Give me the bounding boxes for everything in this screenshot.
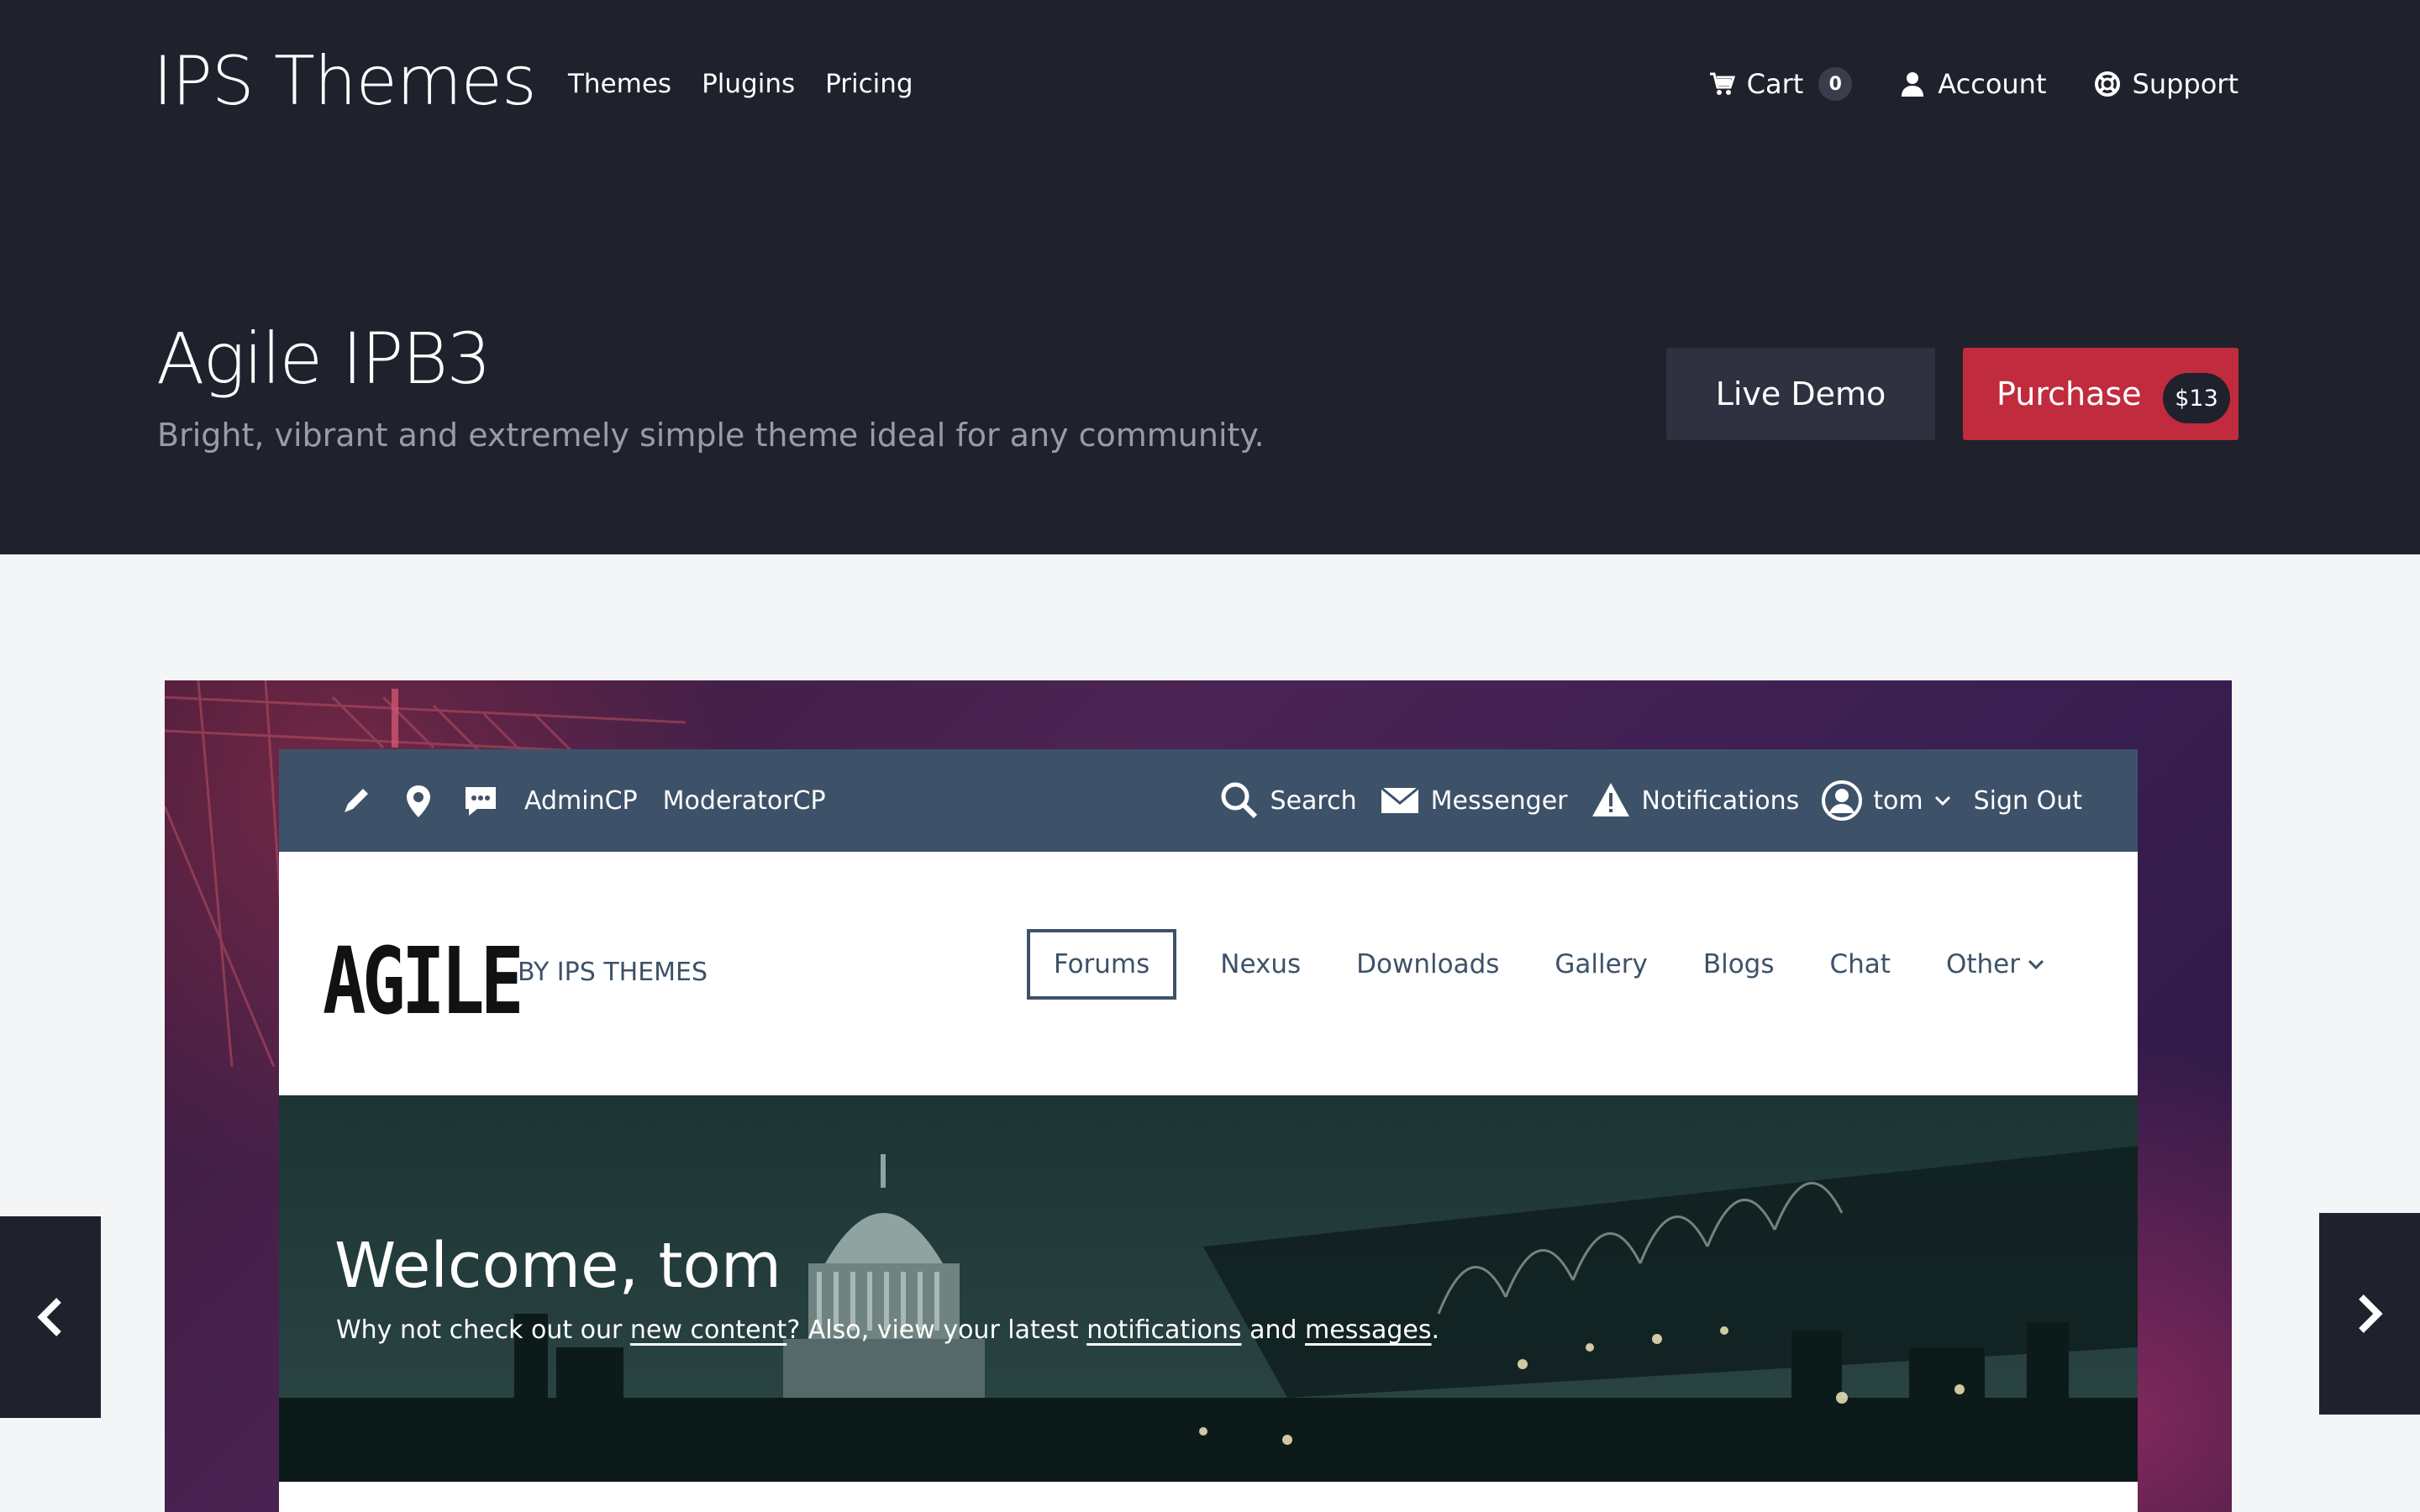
preview-site-nav: Forums Nexus Downloads Gallery Blogs Cha… [1026, 929, 2057, 1000]
preview-user-bar-left: AdminCP ModeratorCP [338, 749, 826, 852]
chevron-left-icon [37, 1298, 61, 1336]
cart-label: Cart [1746, 68, 1804, 100]
support-label: Support [2132, 68, 2239, 100]
preview-nav-forums[interactable]: Forums [1026, 929, 1177, 1000]
welcome-title: Welcome, tom [334, 1230, 781, 1302]
chat-bubble-icon[interactable] [462, 782, 499, 819]
chevron-right-icon [2359, 1294, 2383, 1333]
preview-nav-gallery[interactable]: Gallery [1543, 931, 1659, 998]
preview-messenger-label: Messenger [1430, 785, 1568, 816]
preview-nav-other-label: Other [1945, 949, 2020, 979]
preview-nav-downloads[interactable]: Downloads [1344, 931, 1511, 998]
product-subtitle: Bright, vibrant and extremely simple the… [157, 417, 1265, 454]
account-link[interactable]: Account [1899, 68, 2047, 100]
preview-user-bar-right: Search Messenger Notifications tom Sign … [1218, 749, 2082, 852]
price-badge: $13 [2163, 373, 2230, 423]
warning-icon [1591, 783, 1629, 816]
live-demo-button[interactable]: Live Demo [1666, 348, 1935, 440]
admincp-link[interactable]: AdminCP [524, 786, 638, 816]
preview-content-area [279, 1482, 2138, 1512]
preview-user-menu[interactable]: tom [1821, 780, 1951, 822]
envelope-icon [1380, 786, 1419, 813]
lifebuoy-icon [2094, 71, 2120, 97]
preview-byline: BY IPS THEMES [518, 958, 708, 987]
preview-user-bar: AdminCP ModeratorCP Search Messenger Not… [279, 749, 2138, 852]
product-title: Agile IPB3 [156, 318, 492, 400]
welcome-text: Why not check out our new content? Also,… [336, 1315, 1439, 1345]
welcome-text-part: and [1241, 1315, 1306, 1345]
notifications-link[interactable]: notifications [1086, 1315, 1241, 1345]
account-label: Account [1938, 68, 2047, 100]
next-slide-button[interactable] [2319, 1213, 2420, 1415]
messages-link[interactable]: messages [1305, 1315, 1431, 1345]
site-header: IPS Themes Themes Plugins Pricing Cart 0… [0, 0, 2420, 554]
welcome-text-part: . [1431, 1315, 1440, 1345]
preview-notifications-label: Notifications [1641, 785, 1800, 816]
preview-nav-other[interactable]: Other [1934, 931, 2057, 998]
live-demo-label: Live Demo [1715, 375, 1886, 412]
search-icon [1221, 782, 1257, 819]
previous-slide-button[interactable] [0, 1216, 101, 1418]
agile-logo[interactable]: AGILE [323, 927, 524, 1035]
chevron-down-icon [2028, 959, 2044, 970]
preview-username: tom [1873, 785, 1923, 816]
nav-plugins[interactable]: Plugins [702, 69, 795, 99]
preview-signout-label: Sign Out [1973, 785, 2082, 816]
moderatorcp-link[interactable]: ModeratorCP [663, 786, 826, 816]
purchase-button[interactable]: Purchase $13 [1963, 348, 2238, 440]
main-nav: Themes Plugins Pricing [568, 69, 913, 99]
preview-signout-link[interactable]: Sign Out [1974, 786, 2082, 816]
brand-logo[interactable]: IPS Themes [153, 42, 537, 120]
nav-themes[interactable]: Themes [568, 69, 671, 99]
preview-nav-chat[interactable]: Chat [1818, 931, 1902, 998]
preview-search-link[interactable]: Search [1218, 780, 1357, 822]
preview-nav-nexus[interactable]: Nexus [1208, 931, 1313, 998]
cart-link[interactable]: Cart 0 [1708, 67, 1853, 101]
new-content-link[interactable]: new content [630, 1315, 786, 1345]
preview-messenger-link[interactable]: Messenger [1379, 780, 1568, 822]
user-icon [1902, 72, 1924, 97]
purchase-label: Purchase [1996, 375, 2142, 412]
preview-nav-blogs[interactable]: Blogs [1691, 931, 1786, 998]
forum-preview: AdminCP ModeratorCP Search Messenger Not… [279, 749, 2138, 1512]
chevron-down-icon [1934, 795, 1950, 806]
welcome-text-part: ? Also, view your latest [786, 1315, 1087, 1345]
user-circle-icon [1822, 780, 1863, 821]
welcome-banner: Welcome, tom Why not check out our new c… [279, 1095, 2138, 1482]
theme-screenshot: AdminCP ModeratorCP Search Messenger Not… [165, 680, 2232, 1512]
nav-pricing[interactable]: Pricing [825, 69, 913, 99]
support-link[interactable]: Support [2094, 68, 2239, 100]
cart-count-badge: 0 [1818, 67, 1853, 101]
pencil-icon[interactable] [338, 782, 375, 819]
preview-search-label: Search [1270, 785, 1357, 816]
preview-notifications-link[interactable]: Notifications [1590, 780, 1800, 822]
cart-icon [1709, 72, 1735, 95]
preview-site-header: AGILE BY IPS THEMES Forums Nexus Downloa… [279, 852, 2138, 1095]
user-nav: Cart 0 Account Support [1708, 67, 2238, 101]
welcome-text-part: Why not check out our [336, 1315, 630, 1345]
location-pin-icon[interactable] [400, 782, 437, 819]
